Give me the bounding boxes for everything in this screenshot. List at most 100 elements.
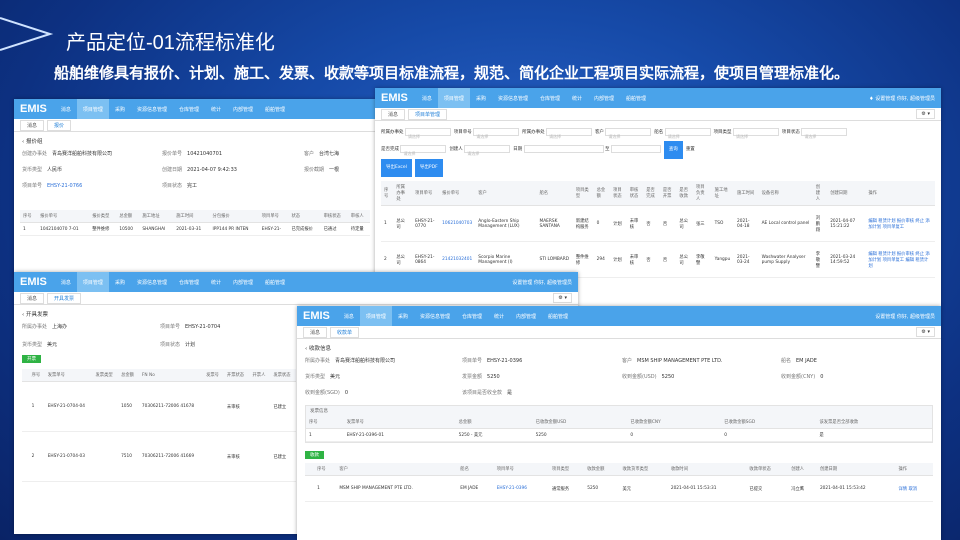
nav-warehouse[interactable]: 仓库管理 [173,99,205,119]
table-row[interactable]: 1 EHSY-21-0704-04 1050 70306211-72006 41678… [22,381,296,432]
nav-warehouse[interactable]: 仓库管理 [534,88,566,108]
office2-select[interactable]: 请选择 [546,127,593,139]
user-greeting[interactable]: ♦ 设置管理 你好, 超级管理员 [869,95,941,102]
tab-messages[interactable]: 消息 [303,326,328,338]
collect-button[interactable]: 收款 [305,451,324,459]
tab-messages[interactable]: 消息 [20,292,45,304]
nav-purchase[interactable]: 采购 [109,99,131,119]
nav-messages[interactable]: 消息 [338,306,360,326]
column-header: 收款时间 [667,463,747,476]
table-cell[interactable]: 编辑 租赁计划 报价审核 终止 添加计划 项目单复工 编辑 租赁计划 [865,241,935,278]
nav-messages[interactable]: 消息 [416,88,438,108]
column-header: 开票状态 [223,369,250,382]
table-cell [203,381,224,432]
nav-resources[interactable]: 资源信息管理 [131,99,173,119]
nav-warehouse[interactable]: 仓库管理 [173,272,205,292]
field-value: 0 [820,374,824,380]
table-row[interactable]: 1 1042104070 7-01 整件维修 10500 SHANGHAI 2021-03… [20,222,370,236]
table-cell: 2021-04-18 [734,205,759,242]
date-end-input[interactable] [610,144,661,153]
table-cell: EHSY-21-0396-01 [343,428,456,442]
nav-internal[interactable]: 内部管理 [227,272,259,292]
nav-projects[interactable]: 项目管理 [437,88,470,108]
user-greeting[interactable]: 设置管理 你好, 超级管理员 [875,313,941,320]
nav-ships[interactable]: 船舶管理 [542,306,574,326]
table-cell: 总公司 [676,205,693,242]
user-greeting[interactable]: 设置管理 你好, 超级管理员 [512,279,578,286]
nav-warehouse[interactable]: 仓库管理 [456,306,488,326]
nav-stats[interactable]: 统计 [205,272,227,292]
nav-resources[interactable]: 资源信息管理 [131,272,173,292]
tab-messages[interactable]: 消息 [381,108,406,120]
reset-button[interactable]: 重置 [686,147,695,152]
nav-projects[interactable]: 项目管理 [76,99,109,119]
column-header: 项目单号 [412,181,440,206]
table-row[interactable]: 1 EHSY-21-0396-01 5250 - 美元 5250 0 0 是 [306,428,932,442]
office-select[interactable]: 请选择 [404,127,451,139]
field-value: EM JADE [796,358,817,364]
table-cell: 1 [306,428,344,442]
customer-select[interactable]: 请选择 [605,127,652,139]
table-cell: 未审核 [223,431,250,482]
nav-purchase[interactable]: 采购 [109,272,131,292]
table-cell: 未审核 [626,241,644,278]
nav-stats[interactable]: 统计 [566,88,588,108]
pstatus-select[interactable]: 请选择 [801,127,848,139]
export-pdf-button[interactable]: 导出PDF [414,159,443,177]
table-cell[interactable]: EHSY-21-0396 [493,475,549,502]
search-button[interactable]: 查询 [663,141,683,159]
column-header: 所属办事处 [393,181,413,206]
open-invoice-button[interactable]: 开票 [22,355,41,363]
nav-purchase[interactable]: 采购 [470,88,492,108]
nav-internal[interactable]: 内部管理 [227,99,259,119]
table-row[interactable]: 2 EHSY-21-0704-03 7510 70306211-72006 41669… [22,431,296,482]
column-header: 序号 [381,181,394,206]
done-select[interactable]: 请选择 [400,144,447,156]
nav-ships[interactable]: 船舶管理 [259,272,291,292]
table-cell[interactable]: 编辑 租赁计划 报价审核 终止 添加计划 项目单复工 [865,205,935,242]
tab-messages[interactable]: 消息 [20,119,45,131]
nav-stats[interactable]: 统计 [488,306,510,326]
nav-resources[interactable]: 资源信息管理 [414,306,456,326]
tab-collection[interactable]: 收款单 [330,326,360,338]
gear-icon[interactable]: ⚙ ▾ [916,109,935,119]
quote-window: EMIS 消息 项目管理 采购 资源信息管理 仓库管理 统计 内部管理 船舶管理… [14,99,376,274]
gear-icon[interactable]: ⚙ ▾ [553,293,572,303]
tab-quote[interactable]: 报价 [47,119,72,131]
project-link[interactable]: EHSY-21-0766 [47,183,82,189]
app-logo: EMIS [20,103,47,115]
column-header: 序号 [306,416,344,429]
table-cell[interactable]: 详情 取消 [895,475,933,502]
table-row[interactable]: 1 MSM SHIP MANAGEMENT PTE LTD. EM JADE EHSY… [305,475,933,502]
ptype-select[interactable]: 请选择 [733,127,779,139]
nav-ships[interactable]: 船舶管理 [620,88,652,108]
table-row[interactable]: 1 总公司 EHSY-21-0770 10621040703 Anglo-Eastern… [381,205,935,242]
tab-bar: 消息 开具发票 ⚙ ▾ [14,292,578,305]
nav-projects[interactable]: 项目管理 [359,306,392,326]
table-cell: TSO [711,205,735,242]
ship-select[interactable]: 请选择 [664,127,711,139]
table-cell: 2021-04-01 15:53:42 [816,475,896,502]
nav-internal[interactable]: 内部管理 [588,88,620,108]
table-cell[interactable]: 10621040703 [439,205,476,242]
bell-icon[interactable]: ♦ [869,96,873,102]
table-cell [203,431,224,482]
nav-messages[interactable]: 消息 [55,272,77,292]
nav-ships[interactable]: 船舶管理 [259,99,291,119]
nav-projects[interactable]: 项目管理 [76,272,109,292]
column-header: 船名 [536,181,573,206]
export-excel-button[interactable]: 导出Excel [381,159,412,177]
table-cell: 已建立 [270,431,296,482]
date-start-input[interactable] [523,144,604,153]
creator-input[interactable]: 请选择 [464,144,511,156]
nav-resources[interactable]: 资源信息管理 [492,88,534,108]
tab-invoice[interactable]: 开具发票 [47,292,82,304]
gear-icon[interactable]: ⚙ ▾ [916,327,935,337]
nav-internal[interactable]: 内部管理 [510,306,542,326]
nav-purchase[interactable]: 采购 [392,306,414,326]
nav-stats[interactable]: 统计 [205,99,227,119]
project-no-input[interactable]: 请选择 [473,127,520,139]
collection-fields: 所属办事处 青岛赛洋船舶科技有限公司 项目单号 EHSY-21-0396 客户 MSM… [305,358,824,396]
nav-messages[interactable]: 消息 [55,99,77,119]
tab-project-list[interactable]: 项目单管理 [408,108,448,120]
